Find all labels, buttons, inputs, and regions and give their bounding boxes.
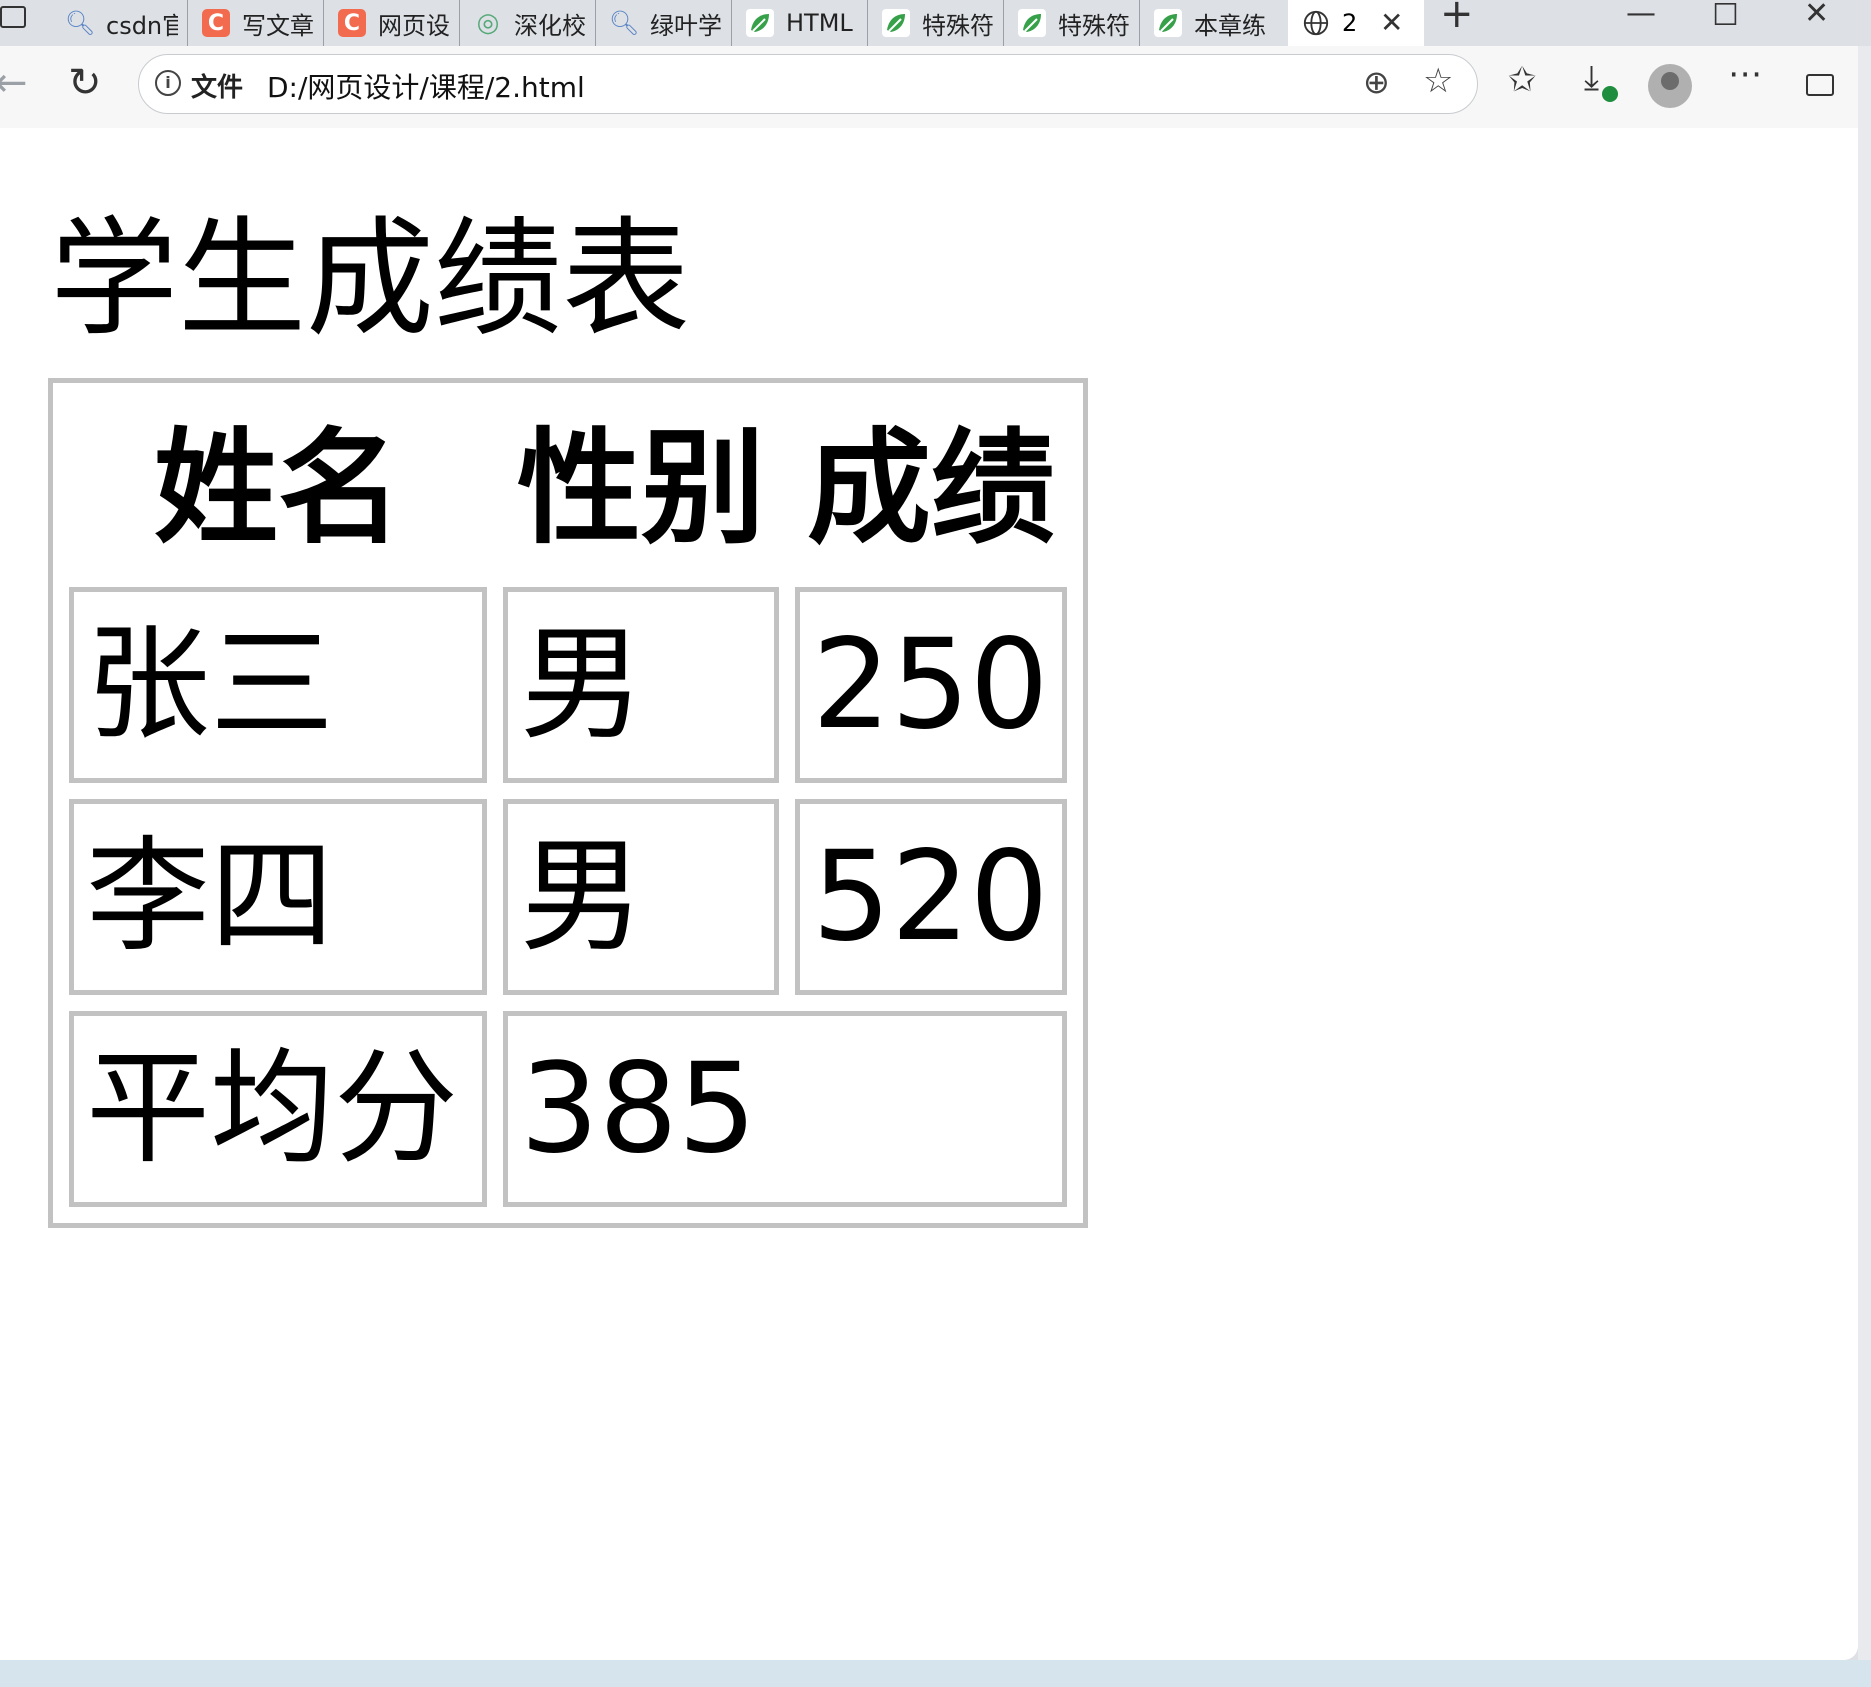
download-icon[interactable]: ⤓ [1584,58,1599,98]
cell-score: 520 [795,799,1067,995]
circle-icon: ◎ [476,8,500,38]
tab-label: 特殊符 [1058,11,1130,40]
page-title: 学生成绩表 [50,205,691,354]
tab-chapter-exercise[interactable]: 本章练 [1140,0,1288,46]
leaf-icon [882,9,910,37]
average-row: 平均分 385 [69,1011,1067,1207]
search-icon: 🔍︎ [64,9,96,37]
cell-name: 张三 [69,587,487,783]
browser-toolbar: ← ↻ i 文件 D:/网页设计/课程/2.html ⊕ ☆ ✩ ⤓ ⋯ [0,46,1871,128]
reload-icon[interactable]: ↻ [68,60,102,106]
globe-icon [1302,9,1330,37]
leaf-icon [1018,9,1046,37]
sidebar-icon[interactable] [1806,74,1834,96]
tab-label: 本章练 [1194,11,1266,40]
tab-strip: 🔍︎ csdn官 C 写文章 C 网页设 ◎ 深化校 🔍︎ 绿叶学 HTML 特… [0,0,1871,46]
tab-label: HTML [786,9,853,37]
tab-label: csdn官 [106,11,178,40]
tab-label: 2 [1342,9,1358,37]
minimize-icon[interactable]: — [1626,0,1656,31]
cell-gender: 男 [503,799,779,995]
average-value: 385 [503,1011,1067,1207]
cell-gender: 男 [503,587,779,783]
header-score: 成绩 [806,417,1055,561]
average-label: 平均分 [69,1011,487,1207]
tab-html[interactable]: HTML [732,0,868,46]
zoom-icon[interactable]: ⊕ [1363,63,1390,101]
tab-label: 深化校 [514,11,586,40]
tab-actions-icon[interactable] [0,6,26,28]
table-row: 李四 男 520 [69,799,1067,995]
address-bar[interactable]: i 文件 D:/网页设计/课程/2.html ⊕ ☆ [138,54,1478,114]
maximize-icon[interactable]: ☐ [1712,0,1739,33]
tab-label: 绿叶学 [650,11,722,40]
leaf-icon [1154,9,1182,37]
tab-write-article[interactable]: C 写文章 [188,0,324,46]
new-tab-icon[interactable]: + [1440,0,1474,34]
header-gender: 性别 [516,417,765,561]
back-arrow-icon[interactable]: ← [0,60,28,106]
tab-school[interactable]: ◎ 深化校 [460,0,596,46]
tab-active[interactable]: 2 [1288,0,1424,46]
close-tab-icon[interactable]: ✕ [1380,6,1403,39]
tab-greenleaf-search[interactable]: 🔍︎ 绿叶学 [596,0,732,46]
header-name: 姓名 [153,417,402,561]
cell-score: 250 [795,587,1067,783]
table-row: 张三 男 250 [69,587,1067,783]
csdn-icon: C [202,9,230,37]
url-text[interactable]: D:/网页设计/课程/2.html [267,66,585,106]
tab-web-design[interactable]: C 网页设 [324,0,460,46]
favorites-icon[interactable]: ✩ [1508,60,1537,100]
tab-label: 网页设 [378,11,450,40]
page-viewport: 学生成绩表 姓名 性别 成绩 张三 男 250 李四 男 520 平均分 385 [0,128,1858,1660]
cell-name: 李四 [69,799,487,995]
security-label[interactable]: 文件 [191,67,243,104]
csdn-icon: C [338,9,366,37]
more-icon[interactable]: ⋯ [1728,54,1763,94]
grade-table: 姓名 性别 成绩 张三 男 250 李四 男 520 平均分 385 [48,378,1088,1228]
tab-csdn-search[interactable]: 🔍︎ csdn官 [52,0,188,46]
search-icon: 🔍︎ [608,9,640,37]
info-icon[interactable]: i [155,70,181,96]
leaf-icon [746,9,774,37]
star-icon[interactable]: ☆ [1423,61,1453,101]
tab-special-chars-1[interactable]: 特殊符 [868,0,1004,46]
close-window-icon[interactable]: ✕ [1804,0,1829,31]
taskbar-edge [0,1660,1871,1687]
tab-label: 特殊符 [922,11,994,40]
table-header-row: 姓名 性别 成绩 [69,399,1067,571]
avatar-head-icon [1661,72,1679,90]
tab-special-chars-2[interactable]: 特殊符 [1004,0,1140,46]
window-edge [1858,46,1871,1687]
download-complete-icon [1602,86,1618,102]
tab-label: 写文章 [242,11,314,40]
